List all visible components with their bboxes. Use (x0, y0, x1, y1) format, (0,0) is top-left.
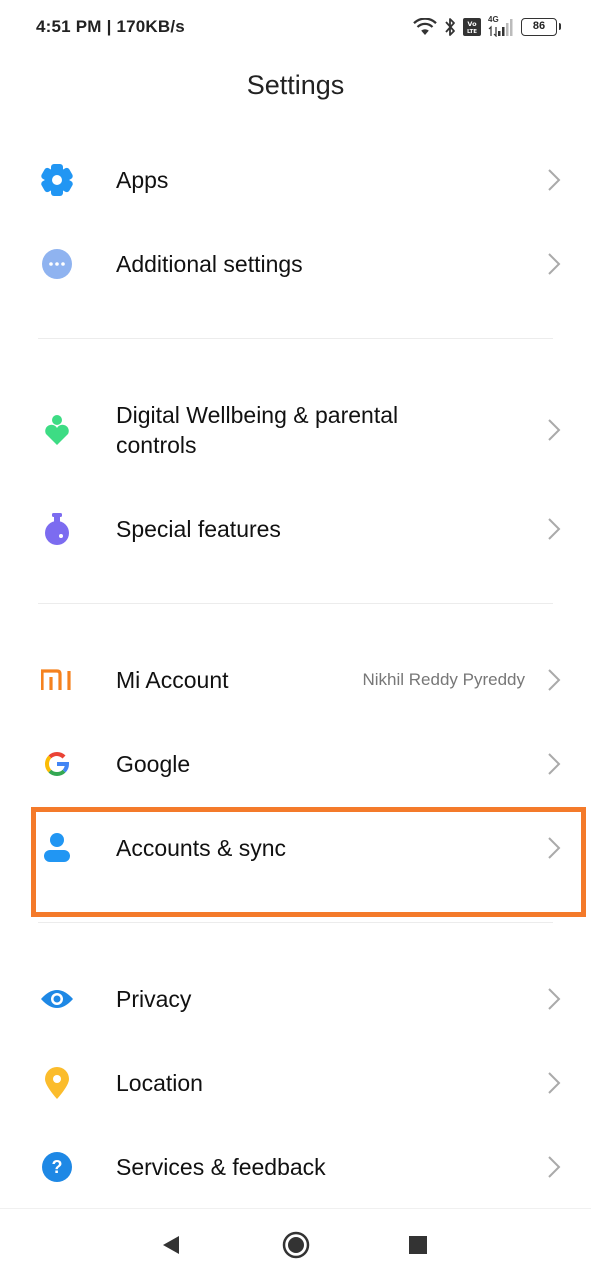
svg-text:?: ? (52, 1157, 63, 1177)
wellbeing-heart-icon (40, 413, 74, 447)
chevron-right-icon (548, 518, 561, 540)
item-label: Special features (116, 516, 281, 542)
bluetooth-icon (445, 18, 455, 36)
settings-item-google[interactable]: Google (0, 722, 591, 806)
eye-icon (40, 982, 74, 1016)
settings-item-special-features[interactable]: Special features (0, 487, 591, 571)
item-label: Privacy (116, 986, 192, 1012)
mi-logo-icon (40, 663, 74, 697)
status-bar: 4:51 PM | 170KB/s Vo LTE 4G 86 (0, 0, 591, 56)
chevron-right-icon (548, 1156, 561, 1178)
item-label: Location (116, 1070, 203, 1096)
help-icon: ? (40, 1150, 74, 1184)
back-triangle-icon (163, 1236, 179, 1254)
more-dots-icon (40, 247, 74, 281)
gear-icon (40, 163, 74, 197)
item-label: Services & feedback (116, 1154, 326, 1180)
section-divider (38, 922, 553, 923)
chevron-right-icon (548, 669, 561, 691)
google-logo-icon (40, 747, 74, 781)
settings-item-apps[interactable]: Apps (0, 138, 591, 222)
svg-text:Vo: Vo (467, 20, 477, 28)
item-label: Google (116, 751, 191, 777)
svg-text:LTE: LTE (467, 29, 477, 35)
settings-item-privacy[interactable]: Privacy (0, 957, 591, 1041)
home-button[interactable] (282, 1231, 310, 1259)
chevron-right-icon (548, 988, 561, 1010)
section-divider (38, 603, 553, 604)
chevron-right-icon (548, 753, 561, 775)
battery-icon: 86 (521, 18, 561, 36)
status-time: 4:51 PM | 170KB/s (36, 17, 185, 36)
home-circle-icon (282, 1231, 310, 1259)
item-label: Digital Wellbeing & parental controls (116, 402, 399, 458)
settings-item-digital-wellbeing[interactable]: Digital Wellbeing & parental controls (0, 388, 591, 472)
navigation-bar (0, 1208, 591, 1281)
cellular-signal-icon: 4G (488, 15, 514, 37)
item-label: Additional settings (116, 251, 303, 277)
wifi-icon (413, 18, 437, 35)
item-label: Apps (116, 167, 169, 193)
chevron-right-icon (548, 253, 561, 275)
account-name: Nikhil Reddy Pyreddy (362, 670, 525, 689)
recents-square-icon (409, 1236, 427, 1254)
settings-item-mi-account[interactable]: Mi Account Nikhil Reddy Pyreddy (0, 638, 591, 722)
highlight-box (31, 807, 586, 917)
volte-icon: Vo LTE (463, 18, 481, 36)
chevron-right-icon (548, 169, 561, 191)
settings-item-location[interactable]: Location (0, 1041, 591, 1125)
item-label: Mi Account (116, 667, 229, 693)
section-divider (38, 338, 553, 339)
location-pin-icon (40, 1066, 74, 1100)
back-button[interactable] (161, 1234, 181, 1256)
chevron-right-icon (548, 419, 561, 441)
settings-item-additional-settings[interactable]: Additional settings (0, 222, 591, 306)
chevron-right-icon (548, 1072, 561, 1094)
status-icons: Vo LTE 4G 86 (413, 15, 561, 39)
flask-icon (40, 512, 74, 546)
settings-item-services-feedback[interactable]: ? Services & feedback (0, 1125, 591, 1209)
page-title: Settings (246, 70, 345, 100)
recents-button[interactable] (408, 1235, 428, 1255)
